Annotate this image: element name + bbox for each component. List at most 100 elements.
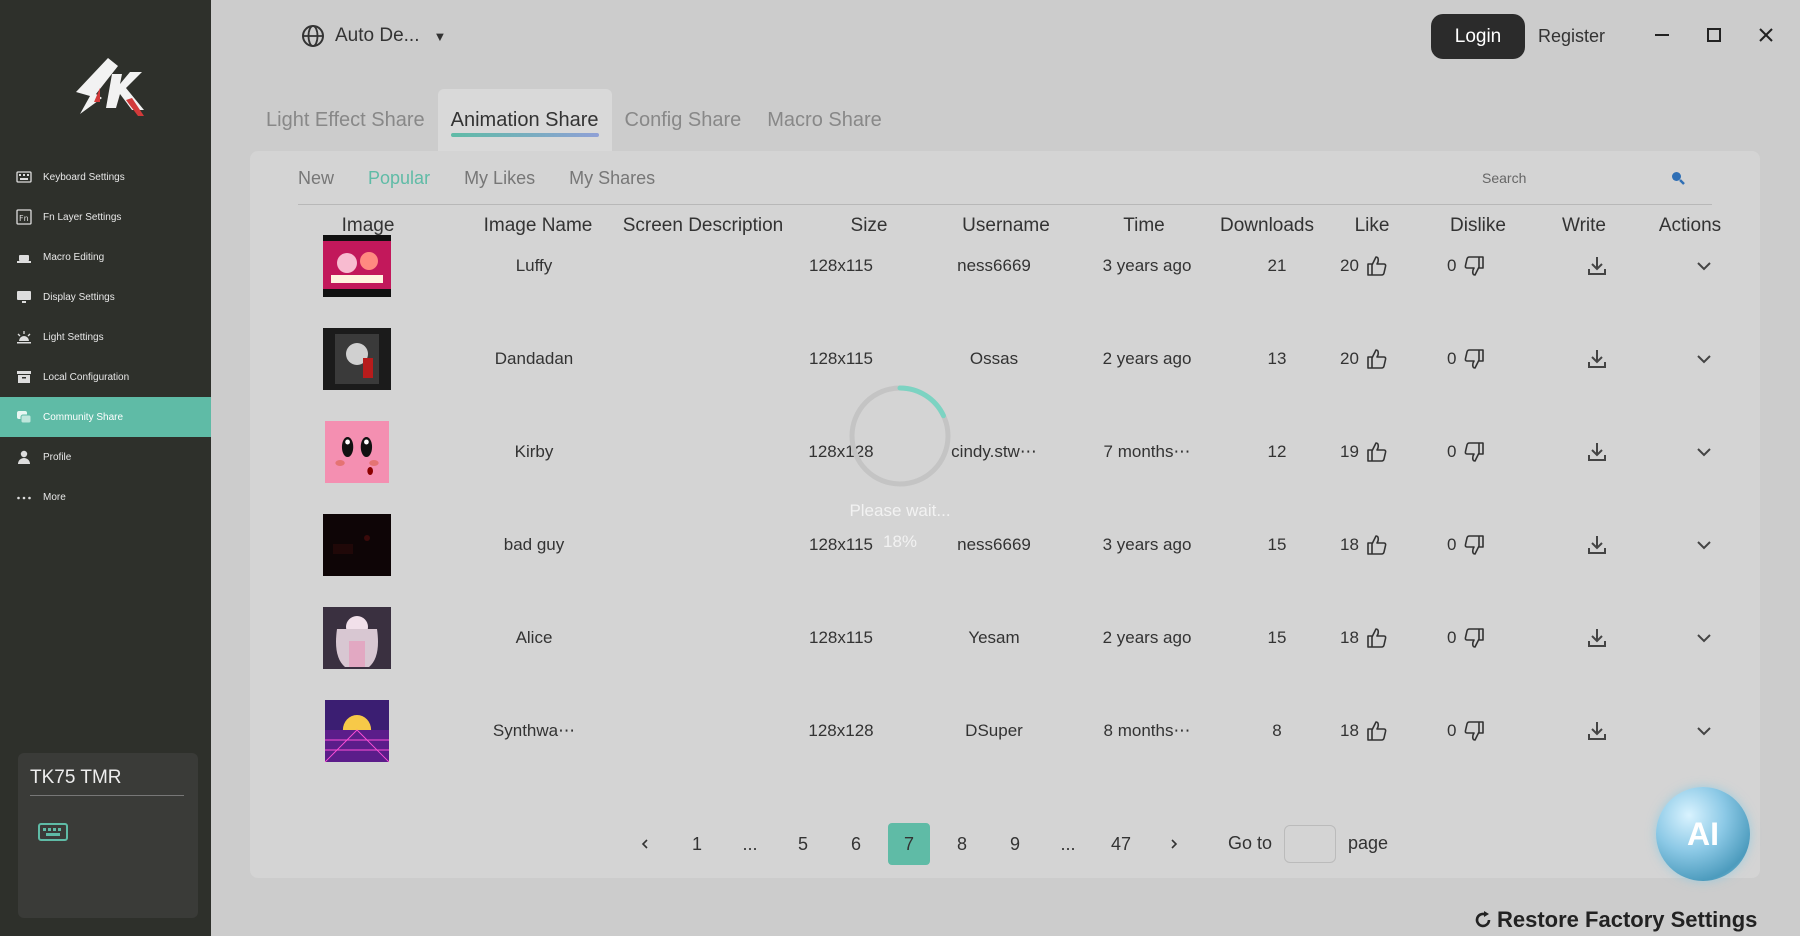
sidebar-item-local-configuration[interactable]: Local Configuration [0,357,211,397]
image-name: Synthwa⋯ [492,720,576,740]
expand-actions-button[interactable] [1692,347,1716,371]
restore-label: Restore Factory Settings [1497,907,1758,932]
tab-config-share[interactable]: Config Share [612,89,755,151]
like-count: 20 [1340,348,1359,368]
page-button[interactable]: 5 [782,823,824,865]
upload-time: 3 years ago [1102,255,1192,275]
search-icon[interactable] [1670,170,1686,186]
like-count: 18 [1340,534,1359,554]
animation-thumbnail[interactable] [323,513,391,576]
download-count: 15 [1267,627,1287,647]
maximize-button[interactable] [1701,22,1727,48]
goto-page-input[interactable] [1284,825,1336,863]
like-count: 19 [1340,441,1359,461]
expand-actions-button[interactable] [1692,254,1716,278]
expand-actions-button[interactable] [1692,440,1716,464]
sidebar-item-label: Fn Layer Settings [43,211,122,223]
ai-assistant-button[interactable]: AI [1656,787,1750,881]
expand-actions-button[interactable] [1692,533,1716,557]
image-name: Kirby [514,441,554,461]
image-size: 128x115 [809,255,873,275]
page-ellipsis[interactable]: ... [1047,823,1089,865]
download-button[interactable] [1585,533,1609,557]
expand-actions-button[interactable] [1692,719,1716,743]
subtab-popular[interactable]: Popular [368,168,430,189]
download-button[interactable] [1585,254,1609,278]
like-button[interactable]: 18 [1340,719,1389,743]
like-button[interactable]: 18 [1340,626,1389,650]
register-link[interactable]: Register [1538,26,1605,47]
page-button[interactable]: 9 [994,823,1036,865]
dislike-button[interactable]: 0 [1447,347,1486,371]
download-button[interactable] [1585,626,1609,650]
like-button[interactable]: 19 [1340,440,1389,464]
search-box [1470,163,1700,193]
download-count: 15 [1267,534,1287,554]
page-button-current[interactable]: 7 [888,823,930,865]
minimize-icon [1655,34,1669,36]
device-card[interactable]: TK75 TMR [18,753,198,918]
keyboard-device-icon [38,823,68,841]
tab-light-effect-share[interactable]: Light Effect Share [253,89,438,151]
like-button[interactable]: 20 [1340,254,1389,278]
expand-actions-button[interactable] [1692,626,1716,650]
sidebar-item-light-settings[interactable]: Light Settings [0,317,211,357]
restore-factory-button[interactable]: Restore Factory Settings [1473,907,1757,933]
page-button[interactable]: 6 [835,823,877,865]
animation-thumbnail[interactable] [323,606,391,669]
image-size: 128x115 [809,534,873,554]
page-label: page [1348,833,1389,853]
download-icon [1588,442,1606,461]
tab-macro-share[interactable]: Macro Share [754,89,895,151]
sidebar-item-display-settings[interactable]: Display Settings [0,277,211,317]
loading-spinner [849,385,951,487]
table-row: Kirby 128x128 cindy.stw⋯ 7 months⋯ 12 19 0 [250,405,1760,498]
username: ness6669 [957,534,1031,554]
minimize-button[interactable] [1649,22,1675,48]
page-button[interactable]: 47 [1100,823,1142,865]
download-count: 21 [1267,255,1287,275]
search-input[interactable] [1470,164,1670,192]
download-icon [1588,349,1606,368]
subtab-new[interactable]: New [298,168,334,189]
animation-thumbnail[interactable] [325,420,389,483]
page-ellipsis[interactable]: ... [729,823,771,865]
sidebar-item-profile[interactable]: Profile [0,437,211,477]
dislike-button[interactable]: 0 [1447,533,1486,557]
close-button[interactable] [1753,22,1779,48]
download-button[interactable] [1585,719,1609,743]
sidebar-nav: Keyboard Settings Fn Fn Layer Settings M… [0,157,211,517]
subtab-my-likes[interactable]: My Likes [464,168,535,189]
thumbs-down-icon [1465,348,1485,369]
goto-label: Go to [1228,833,1273,853]
next-page-button[interactable] [1153,823,1195,865]
animation-thumbnail[interactable] [323,234,391,297]
login-button[interactable]: Login [1431,14,1525,59]
sidebar-item-keyboard-settings[interactable]: Keyboard Settings [0,157,211,197]
dislike-count: 0 [1447,441,1457,461]
subtab-my-shares[interactable]: My Shares [569,168,655,189]
page-button[interactable]: 1 [676,823,718,865]
animation-thumbnail[interactable] [323,327,391,390]
sidebar-item-macro-editing[interactable]: Macro Editing [0,237,211,277]
dislike-count: 0 [1447,627,1457,647]
dislike-button[interactable]: 0 [1447,254,1486,278]
sidebar-item-fn-layer-settings[interactable]: Fn Fn Layer Settings [0,197,211,237]
dislike-button[interactable]: 0 [1447,719,1486,743]
dislike-count: 0 [1447,534,1457,554]
like-button[interactable]: 20 [1340,347,1389,371]
dislike-button[interactable]: 0 [1447,440,1486,464]
page-button[interactable]: 8 [941,823,983,865]
animation-thumbnail[interactable] [325,699,389,762]
sidebar-item-community-share[interactable]: Community Share [0,397,211,437]
download-count: 8 [1272,720,1282,740]
download-button[interactable] [1585,440,1609,464]
like-button[interactable]: 18 [1340,533,1389,557]
download-button[interactable] [1585,347,1609,371]
sidebar-item-more[interactable]: More [0,477,211,517]
dislike-button[interactable]: 0 [1447,626,1486,650]
tab-animation-share[interactable]: Animation Share [437,89,612,151]
pagination: 1 ... 5 6 7 8 9 ... 47 Go to page [250,823,1760,867]
prev-page-button[interactable] [624,823,666,865]
language-selector[interactable]: Auto De... ▼ [301,24,446,48]
